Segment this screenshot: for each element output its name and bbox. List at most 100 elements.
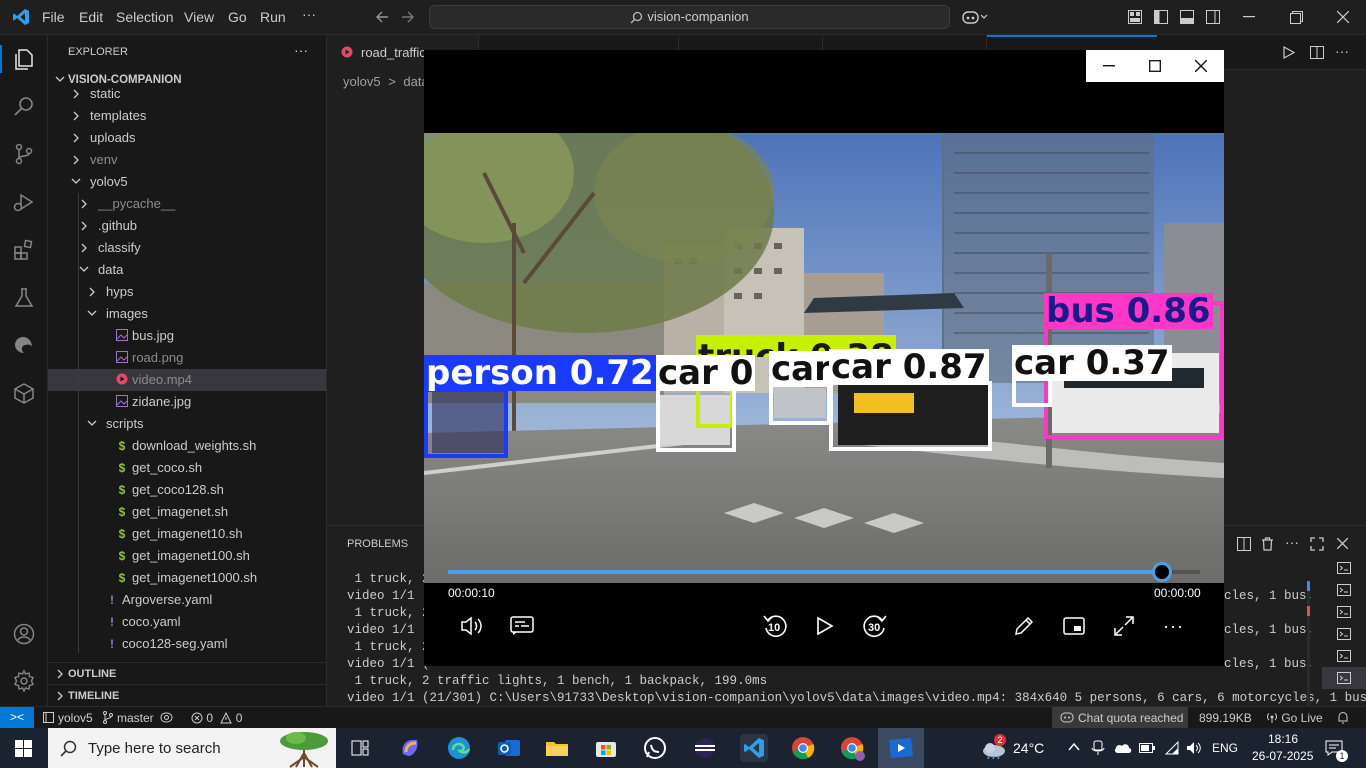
taskbar-search-box[interactable]: Type here to search xyxy=(48,728,336,768)
maximize-panel-icon[interactable] xyxy=(1310,537,1324,551)
docker-box-icon[interactable] xyxy=(10,379,38,407)
testing-flask-icon[interactable] xyxy=(10,284,38,312)
errors-indicator[interactable]: 0 0 xyxy=(191,711,242,725)
wifi-icon[interactable] xyxy=(1164,741,1180,755)
file-item[interactable]: bus.jpg xyxy=(48,325,326,347)
run-file-icon[interactable] xyxy=(1282,46,1295,59)
file-item[interactable]: ! Argoverse.yaml xyxy=(48,589,326,611)
menu-view[interactable]: View xyxy=(184,9,214,25)
file-item[interactable]: ! coco128-seg.yaml xyxy=(48,633,326,655)
folder-item[interactable]: templates xyxy=(48,105,326,127)
sync-icon[interactable] xyxy=(160,712,173,723)
notifications-bell-icon[interactable] xyxy=(1337,711,1349,724)
file-item[interactable]: $ get_imagenet1000.sh xyxy=(48,567,326,589)
split-terminal-icon[interactable] xyxy=(1237,537,1251,551)
folder-item[interactable]: hyps xyxy=(48,281,326,303)
menu-more[interactable]: ··· xyxy=(302,6,316,22)
player-maximize-icon[interactable] xyxy=(1132,50,1178,82)
windows-start-icon[interactable] xyxy=(15,740,32,757)
edge-devtools-icon[interactable] xyxy=(10,331,38,359)
rewind-10-button[interactable]: 10 xyxy=(761,612,789,640)
task-view-icon[interactable] xyxy=(346,734,374,762)
explorer-more-actions[interactable]: ··· xyxy=(294,42,308,58)
file-item[interactable]: road.png xyxy=(48,347,326,369)
settings-gear-icon[interactable] xyxy=(10,667,38,695)
menu-selection[interactable]: Selection xyxy=(116,9,174,25)
folder-item[interactable]: scripts xyxy=(48,413,326,435)
menu-run[interactable]: Run xyxy=(260,9,286,25)
timeline-section[interactable]: TIMELINE xyxy=(48,684,326,706)
command-center-search[interactable]: vision-companion xyxy=(429,5,950,29)
whatsapp-icon[interactable] xyxy=(641,734,669,762)
volume-button-icon[interactable] xyxy=(460,615,484,637)
terminal-instance[interactable] xyxy=(1322,667,1366,689)
terminal-instance[interactable] xyxy=(1322,579,1366,601)
explorer-icon[interactable] xyxy=(10,45,38,73)
outline-section[interactable]: OUTLINE xyxy=(48,662,326,684)
file-explorer-icon[interactable] xyxy=(543,734,571,762)
terminal-instance[interactable] xyxy=(1322,601,1366,623)
subtitles-icon[interactable] xyxy=(510,616,534,636)
file-item[interactable]: $ download_weights.sh xyxy=(48,435,326,457)
menu-go[interactable]: Go xyxy=(228,9,247,25)
toggle-secondary-sidebar-icon[interactable] xyxy=(1206,10,1220,24)
window-minimize-icon[interactable] xyxy=(1243,16,1255,18)
folder-item[interactable]: uploads xyxy=(48,127,326,149)
menu-file[interactable]: File xyxy=(42,9,65,25)
window-restore-icon[interactable] xyxy=(1290,11,1303,24)
edit-pencil-icon[interactable] xyxy=(1013,615,1035,637)
folder-item[interactable]: yolov5 xyxy=(48,171,326,193)
temperature[interactable]: 24°C xyxy=(1013,740,1044,756)
battery-icon[interactable] xyxy=(1139,743,1155,753)
back-arrow-icon[interactable] xyxy=(374,10,390,24)
eclipse-icon[interactable] xyxy=(691,734,719,762)
folder-item[interactable]: images xyxy=(48,303,326,325)
breadcrumb-root[interactable]: yolov5 xyxy=(343,74,381,89)
input-language[interactable]: ENG xyxy=(1212,741,1238,755)
outlook-icon[interactable] xyxy=(495,734,523,762)
tab-problems[interactable]: PROBLEMS xyxy=(347,538,408,550)
panel-more-icon[interactable]: ··· xyxy=(1285,534,1299,550)
trash-icon[interactable] xyxy=(1261,537,1274,551)
onedrive-cloud-icon[interactable] xyxy=(1114,742,1132,754)
terminal-instance[interactable] xyxy=(1322,645,1366,667)
file-item[interactable]: $ get_coco128.sh xyxy=(48,479,326,501)
vscode-taskbar-icon[interactable] xyxy=(740,734,768,762)
player-minimize-icon[interactable] xyxy=(1086,50,1132,82)
folder-item[interactable]: .github xyxy=(48,215,326,237)
folder-item[interactable]: classify xyxy=(48,237,326,259)
media-player-taskbar-icon[interactable] xyxy=(878,728,924,768)
folder-item[interactable]: __pycache__ xyxy=(48,193,326,215)
close-panel-icon[interactable] xyxy=(1337,538,1348,549)
terminal-scrollbar[interactable] xyxy=(1307,581,1310,706)
toggle-sidebar-icon[interactable] xyxy=(1154,10,1168,24)
video-frame[interactable]: bus 0.86 truck 0.38 person 0.72 car 0 ca… xyxy=(424,133,1224,583)
player-more-icon[interactable]: ··· xyxy=(1163,616,1184,637)
edge-icon[interactable] xyxy=(445,734,473,762)
folder-item[interactable]: data xyxy=(48,259,326,281)
forward-30-button[interactable]: 30 xyxy=(861,612,889,640)
source-control-icon[interactable] xyxy=(10,140,38,168)
clock-date[interactable]: 26-07-2025 xyxy=(1252,749,1313,763)
editor-more-icon[interactable]: ··· xyxy=(1335,43,1349,59)
git-branch-name[interactable]: master xyxy=(117,711,154,725)
file-item[interactable]: zidane.jpg xyxy=(48,391,326,413)
miniplayer-icon[interactable] xyxy=(1063,617,1085,635)
folder-item[interactable]: venv xyxy=(48,149,326,171)
fullscreen-icon[interactable] xyxy=(1113,615,1135,637)
copilot-app-icon[interactable] xyxy=(396,734,424,762)
player-close-icon[interactable] xyxy=(1178,50,1224,82)
folder-item[interactable]: static xyxy=(48,83,326,105)
file-item[interactable]: $ get_imagenet100.sh xyxy=(48,545,326,567)
chrome-icon[interactable] xyxy=(789,734,817,762)
seek-bar[interactable] xyxy=(448,562,1200,582)
file-item[interactable]: ! coco.yaml xyxy=(48,611,326,633)
terminal-instance[interactable] xyxy=(1322,557,1366,579)
extensions-icon[interactable] xyxy=(10,236,38,264)
file-item[interactable]: $ get_imagenet.sh xyxy=(48,501,326,523)
copilot-icon[interactable] xyxy=(962,9,988,25)
customize-layout-icon[interactable] xyxy=(1128,10,1142,24)
meet-now-icon[interactable] xyxy=(1091,740,1105,756)
file-item[interactable]: $ get_imagenet10.sh xyxy=(48,523,326,545)
volume-icon[interactable] xyxy=(1186,741,1202,755)
